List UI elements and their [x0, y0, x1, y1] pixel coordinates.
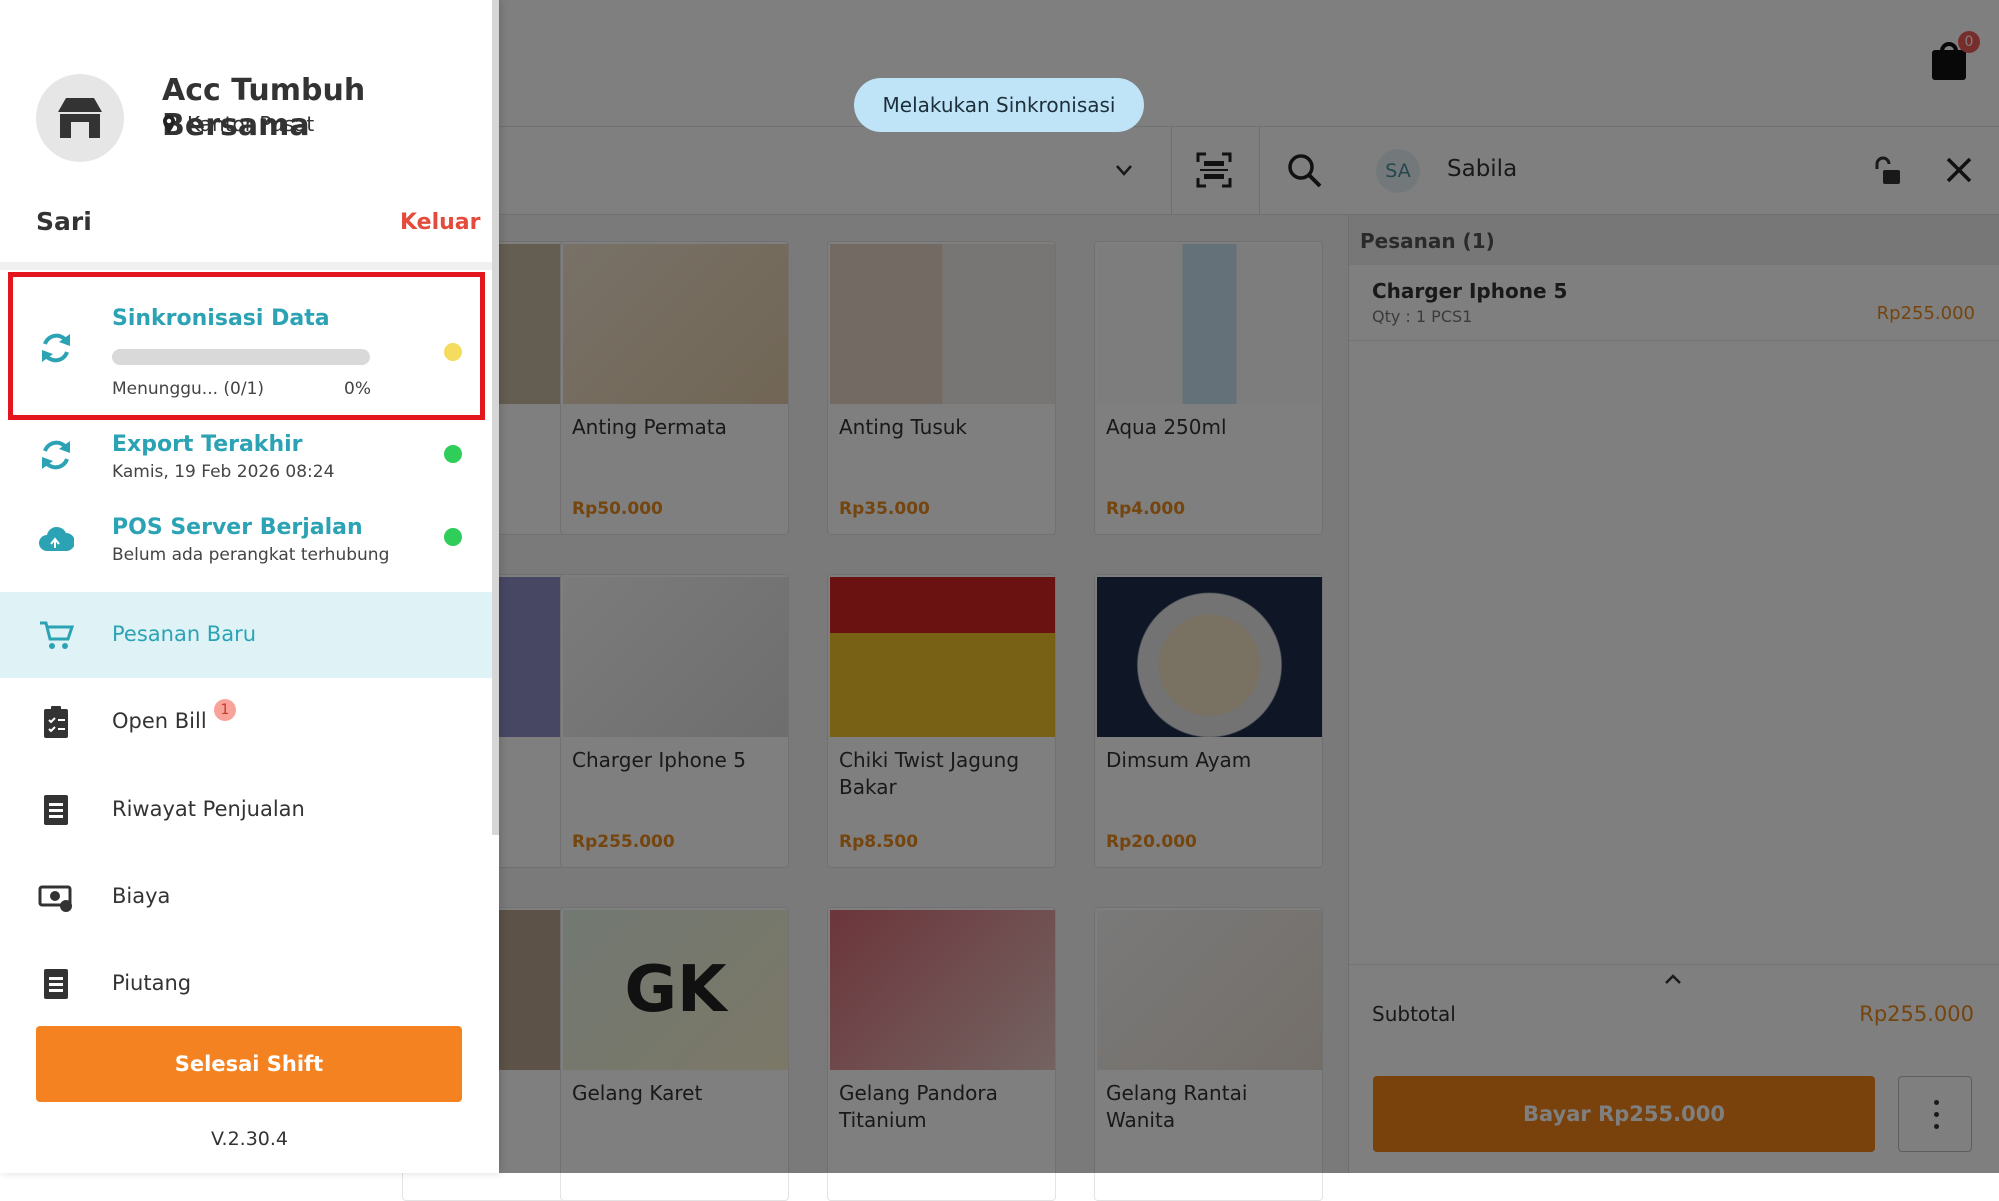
menu-label: Riwayat Penjualan	[112, 797, 305, 821]
menu-item-pesanan-baru[interactable]: Pesanan Baru	[0, 592, 492, 678]
store-avatar	[36, 74, 124, 162]
sync-toast: Melakukan Sinkronisasi	[854, 78, 1144, 132]
pos-server-subtitle: Belum ada perangkat terhubung	[112, 545, 390, 565]
pos-server-title: POS Server Berjalan	[112, 515, 363, 540]
sync-title: Sinkronisasi Data	[112, 306, 330, 331]
logout-link[interactable]: Keluar	[400, 210, 480, 235]
document-icon	[44, 795, 68, 825]
menu-label: Pesanan Baru	[112, 622, 257, 646]
user-name: Sari	[36, 207, 92, 236]
sync-progress-percent: 0%	[344, 379, 371, 399]
menu-item-piutang[interactable]: Piutang	[0, 941, 492, 1027]
drawer-divider	[0, 262, 492, 270]
export-status-dot	[444, 445, 462, 463]
money-icon	[38, 885, 72, 912]
cart-icon	[40, 621, 74, 649]
refresh-icon	[42, 440, 70, 470]
menu-label: Piutang	[112, 971, 192, 995]
branch-name: Kantor Pusat	[187, 112, 315, 136]
export-title: Export Terakhir	[112, 432, 303, 457]
menu-item-biaya[interactable]: Biaya	[0, 854, 492, 940]
sync-progress-bar	[112, 349, 370, 365]
sync-status-dot	[444, 343, 462, 361]
export-subtitle: Kamis, 19 Feb 2026 08:24	[112, 462, 335, 482]
menu-item-open-bill[interactable]: Open Bill 1	[0, 679, 492, 765]
app-version: V.2.30.4	[210, 1128, 289, 1150]
open-bill-badge: 1	[214, 699, 236, 721]
menu-item-riwayat-penjualan[interactable]: Riwayat Penjualan	[0, 767, 492, 853]
cloud-icon	[39, 526, 74, 551]
pos-app: 0 Anting Permata Rp50.000 Anting Tusuk R…	[0, 0, 1999, 1201]
pos-server-status-dot	[444, 528, 462, 546]
location-pin-icon	[163, 115, 175, 133]
clipboard-icon	[44, 706, 68, 738]
navigation-drawer: Acc Tumbuh Bersama Kantor Pusat Sari Kel…	[0, 0, 499, 1173]
document-icon	[44, 969, 68, 999]
menu-label: Open Bill	[112, 709, 207, 733]
modal-overlay[interactable]	[499, 0, 1999, 1173]
sync-progress-text: Menunggu... (0/1)	[112, 379, 265, 399]
store-icon	[58, 98, 102, 138]
end-shift-button[interactable]: Selesai Shift	[36, 1026, 462, 1102]
menu-label: Biaya	[112, 884, 171, 908]
sync-icon	[42, 333, 70, 363]
